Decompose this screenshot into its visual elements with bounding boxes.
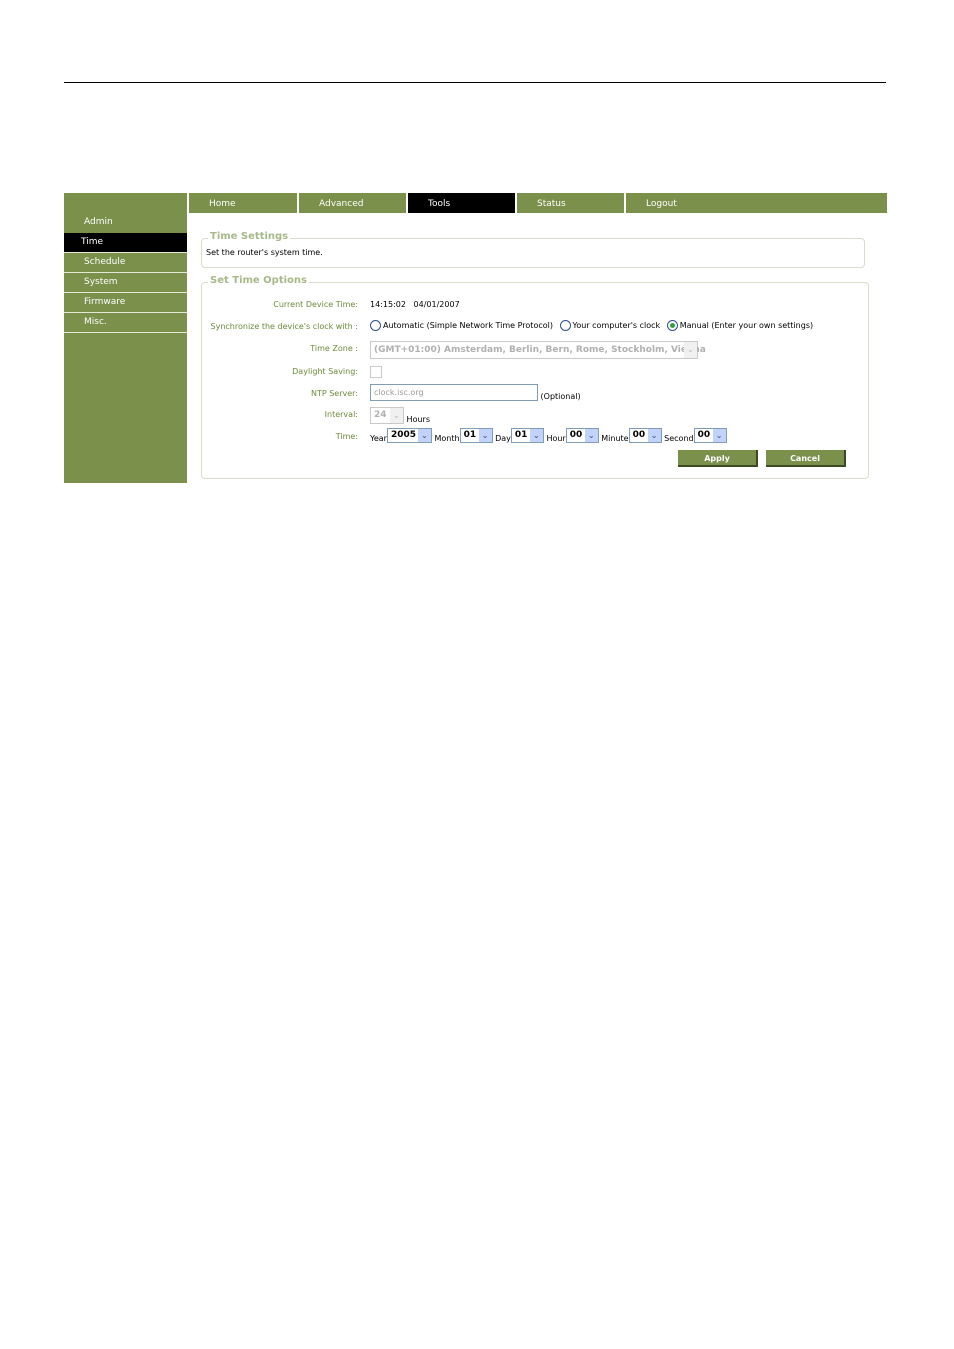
sync-row: Synchronize the device's clock with : Au… (202, 319, 868, 337)
minute-select[interactable]: 00 ⌄ (628, 428, 662, 443)
hour-value: 00 (569, 430, 583, 440)
month-value: 01 (463, 430, 477, 440)
interval-label: Interval: (324, 410, 358, 419)
time-label: Time: (335, 432, 358, 441)
set-time-options-panel: Set Time Options Current Device Time: 14… (201, 275, 869, 479)
top-navigation: Home Advanced Tools Status Logout (187, 193, 887, 213)
set-time-options-title: Set Time Options (208, 275, 309, 286)
interval-select[interactable]: 24 ⌄ (370, 407, 404, 424)
day-label: Day (495, 434, 511, 443)
timezone-label: Time Zone : (310, 344, 358, 353)
month-select[interactable]: 01 ⌄ (459, 428, 493, 443)
sync-manual-radio[interactable] (666, 320, 678, 331)
time-settings-description: Set the router's system time. (206, 248, 323, 257)
current-time-row: Current Device Time: 14:15:02 04/01/2007 (202, 297, 868, 315)
chevron-down-icon: ⌄ (712, 429, 726, 442)
current-time-value: 14:15:02 04/01/2007 (370, 300, 460, 309)
time-settings-title: Time Settings (208, 231, 291, 242)
cancel-button[interactable]: Cancel (766, 450, 846, 467)
sidebar-item-misc[interactable]: Misc. (64, 313, 187, 333)
current-time-label: Current Device Time: (273, 300, 358, 309)
sidebar: Admin Time Schedule System Firmware Misc… (64, 193, 187, 483)
interval-value: 24 (374, 410, 387, 420)
second-value: 00 (697, 430, 711, 440)
chevron-down-icon: ⌄ (417, 429, 431, 442)
sync-manual-label[interactable]: Manual (Enter your own settings) (680, 321, 813, 330)
tab-status[interactable]: Status (515, 193, 624, 213)
time-settings-panel: Time Settings Set the router's system ti… (201, 231, 865, 268)
apply-button[interactable]: Apply (678, 450, 758, 467)
sidebar-item-schedule[interactable]: Schedule (64, 253, 187, 273)
sync-computer-label[interactable]: Your computer's clock (573, 321, 661, 330)
ntp-server-input[interactable]: clock.isc.org (370, 384, 538, 401)
chevron-down-icon: ⌄ (390, 408, 403, 423)
timezone-select[interactable]: (GMT+01:00) Amsterdam, Berlin, Bern, Rom… (370, 341, 706, 359)
tab-tools[interactable]: Tools (406, 193, 515, 213)
minute-label: Minute (601, 434, 629, 443)
ntp-label: NTP Server: (310, 389, 358, 398)
month-label: Month (434, 434, 460, 443)
ntp-optional-note: (Optional) (540, 392, 581, 401)
interval-unit: Hours (406, 415, 430, 424)
second-select[interactable]: 00 ⌄ (693, 428, 727, 443)
tab-home[interactable]: Home (187, 193, 297, 213)
sidebar-item-admin[interactable]: Admin (64, 213, 187, 233)
time-row: Time: Year 2005 ⌄ Month 01 ⌄ Day 01 ⌄ Hour 00 ⌄ … (202, 428, 868, 446)
year-label: Year (370, 434, 387, 443)
sidebar-item-time[interactable]: Time (64, 233, 187, 253)
chevron-down-icon: ⌄ (684, 342, 697, 358)
chevron-down-icon: ⌄ (478, 429, 492, 442)
daylight-row: Daylight Saving: (202, 364, 868, 382)
sync-automatic-label[interactable]: Automatic (Simple Network Time Protocol) (383, 321, 553, 330)
year-value: 2005 (390, 430, 416, 440)
hour-select[interactable]: 00 ⌄ (565, 428, 599, 443)
sidebar-item-system[interactable]: System (64, 273, 187, 293)
daylight-label: Daylight Saving: (292, 367, 358, 376)
day-value: 01 (514, 430, 528, 440)
chevron-down-icon: ⌄ (647, 429, 661, 442)
hour-label: Hour (546, 434, 566, 443)
timezone-value: (GMT+01:00) Amsterdam, Berlin, Bern, Rom… (374, 345, 706, 355)
day-select[interactable]: 01 ⌄ (510, 428, 544, 443)
chevron-down-icon: ⌄ (529, 429, 543, 442)
timezone-row: Time Zone : (GMT+01:00) Amsterdam, Berli… (202, 341, 868, 359)
interval-row: Interval: 24 ⌄ Hours (202, 407, 868, 425)
sidebar-item-firmware[interactable]: Firmware (64, 293, 187, 313)
sync-label: Synchronize the device's clock with : (210, 322, 358, 331)
year-select[interactable]: 2005 ⌄ (386, 428, 432, 443)
router-admin-app: Admin Time Schedule System Firmware Misc… (64, 193, 887, 483)
tab-advanced[interactable]: Advanced (297, 193, 406, 213)
page-divider (64, 82, 886, 83)
ntp-row: NTP Server: clock.isc.org (Optional) (202, 384, 868, 402)
sync-computer-radio[interactable] (559, 320, 571, 331)
second-label: Second (664, 434, 694, 443)
tab-logout[interactable]: Logout (624, 193, 887, 213)
minute-value: 00 (632, 430, 646, 440)
daylight-saving-checkbox[interactable] (370, 366, 382, 378)
sync-automatic-radio[interactable] (370, 320, 381, 331)
chevron-down-icon: ⌄ (584, 429, 598, 442)
